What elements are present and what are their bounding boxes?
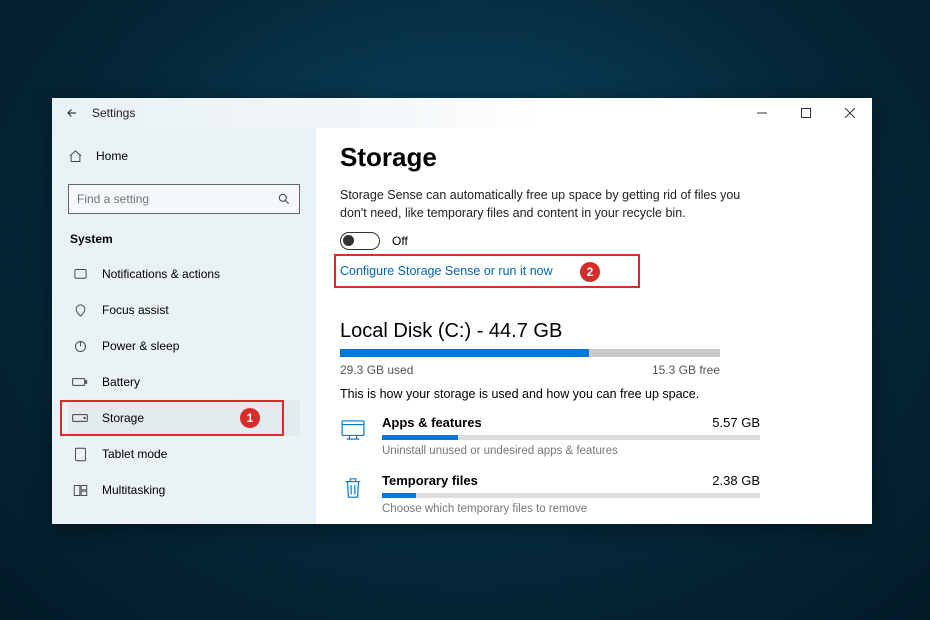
sidebar-item-label: Notifications & actions <box>102 267 220 281</box>
page-title: Storage <box>340 142 838 173</box>
category-apps[interactable]: Apps & features 5.57 GB Uninstall unused… <box>340 415 760 457</box>
search-icon <box>277 192 291 206</box>
power-icon <box>72 339 88 354</box>
category-size: 5.57 GB <box>712 415 760 430</box>
disk-used-label: 29.3 GB used <box>340 363 413 377</box>
sidebar-item-power[interactable]: Power & sleep <box>68 328 300 364</box>
sidebar-section-header: System <box>70 232 298 246</box>
sidebar: Home System Notifications & actions <box>52 128 316 524</box>
notifications-icon <box>72 267 88 282</box>
category-name: Temporary files <box>382 473 478 488</box>
storage-sense-toggle[interactable] <box>340 232 380 250</box>
disk-usage-fill <box>340 349 589 357</box>
category-hint: Choose which temporary files to remove <box>382 503 760 515</box>
disk-heading: Local Disk (C:) - 44.7 GB <box>340 320 838 343</box>
storage-sense-toggle-row: Off <box>340 232 838 250</box>
titlebar: Settings <box>52 98 872 128</box>
close-button[interactable] <box>828 98 872 128</box>
tablet-icon <box>72 447 88 462</box>
annotation-badge-1: 1 <box>240 408 260 428</box>
sidebar-item-focus[interactable]: Focus assist <box>68 292 300 328</box>
category-name: Apps & features <box>382 415 482 430</box>
usage-description: This is how your storage is used and how… <box>340 387 838 401</box>
sidebar-item-label: Power & sleep <box>102 339 179 353</box>
sidebar-item-label: Storage <box>102 411 144 425</box>
category-bar <box>382 493 760 498</box>
category-hint: Uninstall unused or undesired apps & fea… <box>382 445 760 457</box>
back-button[interactable] <box>60 101 84 125</box>
sidebar-item-tablet[interactable]: Tablet mode <box>68 436 300 472</box>
sidebar-home-label: Home <box>96 149 128 163</box>
category-size: 2.38 GB <box>712 473 760 488</box>
settings-window: Settings Home <box>52 98 872 524</box>
sidebar-item-battery[interactable]: Battery <box>68 364 300 400</box>
minimize-button[interactable] <box>740 98 784 128</box>
sidebar-item-label: Tablet mode <box>102 447 167 461</box>
category-bar <box>382 435 760 440</box>
disk-usage-bar <box>340 349 720 357</box>
focus-icon <box>72 303 88 318</box>
sidebar-item-storage[interactable]: Storage 1 <box>68 400 300 436</box>
annotation-box-1 <box>60 400 284 436</box>
sidebar-item-multitasking[interactable]: Multitasking <box>68 472 300 508</box>
battery-icon <box>72 376 88 388</box>
window-title: Settings <box>92 106 135 120</box>
home-icon <box>68 149 84 164</box>
disk-free-label: 15.3 GB free <box>652 363 720 377</box>
sidebar-item-label: Focus assist <box>102 303 169 317</box>
sidebar-item-label: Battery <box>102 375 140 389</box>
sidebar-item-label: Multitasking <box>102 483 165 497</box>
sidebar-nav: Notifications & actions Focus assist Pow… <box>68 256 300 508</box>
search-box[interactable] <box>68 184 300 214</box>
storage-sense-description: Storage Sense can automatically free up … <box>340 187 760 222</box>
main-panel: Storage Storage Sense can automatically … <box>316 128 872 524</box>
apps-icon <box>340 417 366 443</box>
configure-storage-sense-link[interactable]: Configure Storage Sense or run it now <box>340 258 636 284</box>
search-input[interactable] <box>77 192 277 206</box>
sidebar-home[interactable]: Home <box>68 140 300 172</box>
sidebar-item-notifications[interactable]: Notifications & actions <box>68 256 300 292</box>
storage-icon <box>72 412 88 424</box>
category-temp[interactable]: Temporary files 2.38 GB Choose which tem… <box>340 473 760 515</box>
trash-icon <box>340 475 366 501</box>
storage-sense-toggle-label: Off <box>392 234 408 248</box>
disk-usage-labels: 29.3 GB used 15.3 GB free <box>340 363 720 377</box>
multitasking-icon <box>72 483 88 498</box>
window-controls <box>740 98 872 128</box>
maximize-button[interactable] <box>784 98 828 128</box>
